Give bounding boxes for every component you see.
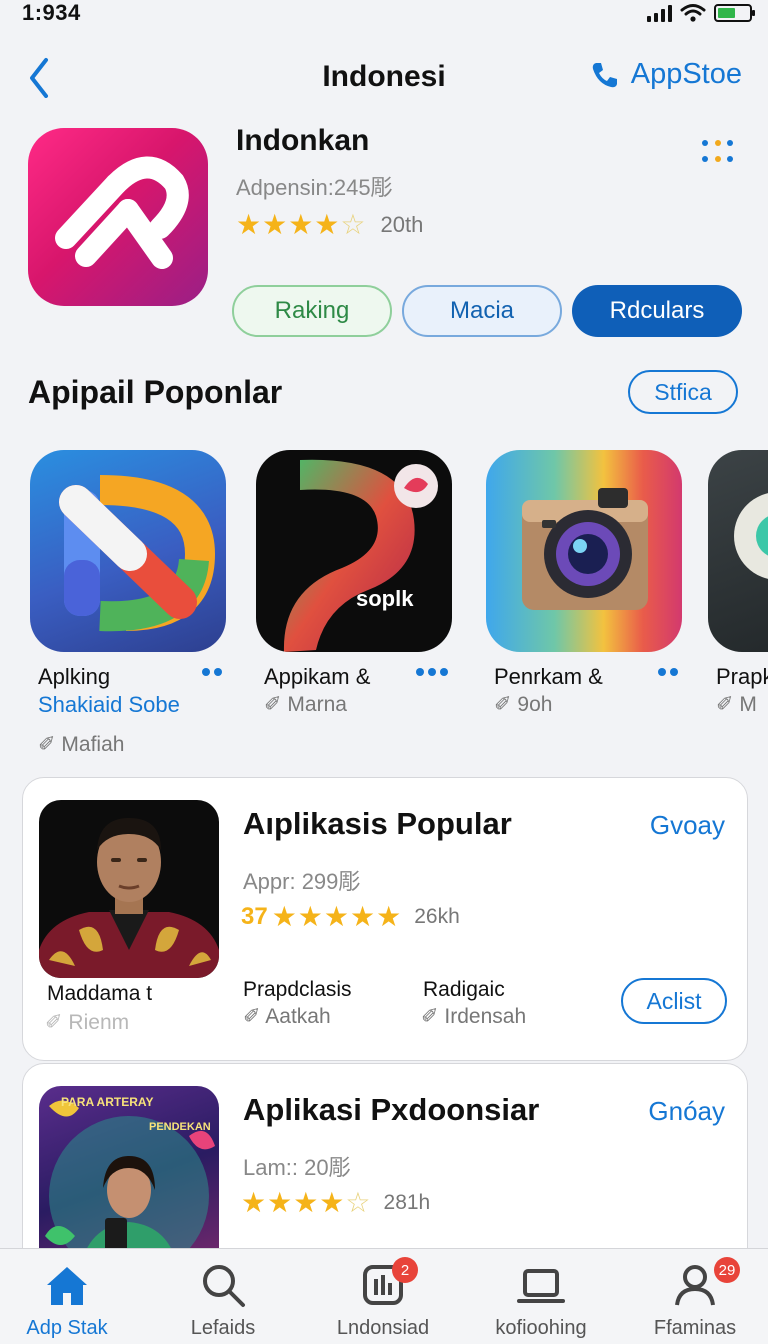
rating-count: 281h <box>383 1190 431 1214</box>
detail-meta-2: ✐ Irdensah <box>421 1005 527 1028</box>
filter-chips: Raking Macia Rdculars <box>232 285 742 337</box>
app-tile-meta: ✐ Mafiah <box>38 733 125 756</box>
detail-label-1: Prapdclasis <box>243 978 352 1001</box>
app-tile[interactable]: Prapk ✐ M <box>708 450 768 716</box>
poster-subtitle: PENDEKAN <box>149 1121 211 1133</box>
rating-count: 26kh <box>414 904 460 928</box>
rating-stars: ★★★★☆ <box>241 1187 372 1218</box>
rating-number: 37 <box>241 902 268 930</box>
person-portrait-image <box>39 818 219 978</box>
tab-label: kofioohing <box>495 1317 587 1339</box>
app-card-title: Aıplikasis Popular <box>243 806 512 841</box>
app-tile-meta: ✐ M <box>716 693 757 716</box>
camera-icon <box>522 488 648 610</box>
app-d-logo-icon <box>59 475 216 632</box>
section-title: Apipail Poponlar <box>28 374 283 410</box>
laptop-icon <box>517 1269 565 1303</box>
more-dots-icon[interactable] <box>202 668 222 676</box>
wifi-icon <box>680 4 706 22</box>
more-dots-icon[interactable] <box>416 668 448 676</box>
featured-app-icon[interactable] <box>28 128 208 306</box>
poster-title: PARA ARTERAY <box>61 1095 153 1109</box>
app-tile[interactable]: soplk Appikam & ✐ Marna <box>256 450 452 716</box>
grid-menu-icon[interactable] <box>702 140 736 168</box>
detail-meta-1: ✐ Aatkah <box>243 1005 331 1028</box>
swirl-logo-text: soplk <box>356 586 414 611</box>
appstore-label: AppStoe <box>630 58 742 90</box>
tab-profile[interactable]: 29 Ffaminas <box>618 1249 768 1344</box>
search-icon <box>203 1265 245 1307</box>
app-swirl-logo-icon: soplk <box>283 459 438 652</box>
get-button[interactable]: Gvoay <box>650 810 725 841</box>
profile-icon <box>675 1265 715 1306</box>
rating-count: 20th <box>380 211 424 237</box>
app-tile-icon <box>708 450 768 652</box>
tab-app-store[interactable]: Adp Stak <box>0 1249 144 1344</box>
app-logo-icon <box>55 156 189 269</box>
signal-icon <box>647 4 672 22</box>
more-dots-icon[interactable] <box>658 668 678 676</box>
get-button[interactable]: Gnóay <box>648 1096 725 1127</box>
tab-label: Lndonsiad <box>336 1317 430 1339</box>
rating-stars: ★★★★☆ <box>236 209 367 240</box>
popular-apps-row: Aplking Shakiaid Sobe ✐ Mafiah soplk App… <box>0 450 768 760</box>
status-time: 1:934 <box>22 0 81 25</box>
app-tile-name: Aplking <box>38 664 111 689</box>
app-card-subtitle: Appr: 299彫 <box>243 869 361 894</box>
tab-laptop[interactable]: kofioohing <box>464 1249 618 1344</box>
chip-ranking[interactable]: Raking <box>232 285 392 337</box>
tab-search[interactable]: Lefaids <box>146 1249 300 1344</box>
tab-badge: 2 <box>392 1257 418 1283</box>
app-card[interactable]: Maddama t ✐ Rienm Aıplikasis Popular Gvo… <box>22 777 748 1061</box>
appstore-link[interactable]: AppStoe <box>589 58 742 91</box>
featured-app-rating: ★★★★☆ 20th <box>236 208 423 241</box>
app-tile-icon: soplk <box>256 450 452 652</box>
app-card-subtitle: Lam:: 20彫 <box>243 1155 351 1180</box>
phone-icon <box>592 62 617 87</box>
tab-apps[interactable]: 2 Lndonsiad <box>306 1249 460 1344</box>
app-tile-meta: ✐ Marna <box>264 693 347 716</box>
app-card-photo <box>39 800 219 978</box>
app-tile-link[interactable]: Shakiaid Sobe <box>38 692 180 718</box>
chip-media[interactable]: Macia <box>402 285 562 337</box>
app-tile-meta: ✐ 9oh <box>494 693 553 716</box>
status-bar: 1:934 <box>0 0 768 30</box>
home-icon <box>47 1267 87 1305</box>
featured-app-subtitle: Adpensin:245彫 <box>236 175 393 200</box>
photo-caption-meta: ✐ Rienm <box>45 1011 130 1034</box>
nav-bar: Indonesi AppStoe <box>0 50 768 106</box>
app-tool-icon <box>734 493 768 579</box>
rating-stars: ★★★★★ <box>271 901 403 932</box>
photo-caption-name: Maddama t <box>47 982 153 1005</box>
app-card-rating: ★★★★☆ 281h <box>241 1186 430 1219</box>
app-card-title: Aplikasi Pxdoonsiar <box>243 1092 540 1127</box>
app-tile-name: Appikam & <box>264 664 371 689</box>
featured-app-name: Indonkan <box>236 124 370 157</box>
app-tile-icon <box>486 450 682 652</box>
app-tile-icon <box>30 450 226 652</box>
app-card-rating: 37 ★★★★★ 26kh <box>241 900 460 933</box>
tab-badge: 29 <box>714 1257 740 1283</box>
tab-label: Lefaids <box>190 1317 256 1339</box>
detail-label-2: Radigaic <box>423 978 505 1001</box>
section-action-button[interactable]: Stfica <box>628 370 738 414</box>
tab-bar: Adp Stak Lefaids 2 Lndonsiad kofioohing … <box>0 1248 768 1344</box>
app-tile[interactable]: Penrkam & ✐ 9oh <box>486 450 682 716</box>
status-icons <box>647 3 755 23</box>
app-tile-name: Prapk <box>716 664 768 689</box>
app-tile[interactable]: Aplking Shakiaid Sobe ✐ Mafiah <box>30 450 226 756</box>
battery-icon <box>714 4 755 22</box>
action-pill-button[interactable]: Aclist <box>621 978 727 1024</box>
tab-label: Ffaminas <box>653 1317 737 1339</box>
chip-regulars[interactable]: Rdculars <box>572 285 742 337</box>
tab-label: Adp Stak <box>26 1317 108 1339</box>
app-tile-name: Penrkam & <box>494 664 603 689</box>
